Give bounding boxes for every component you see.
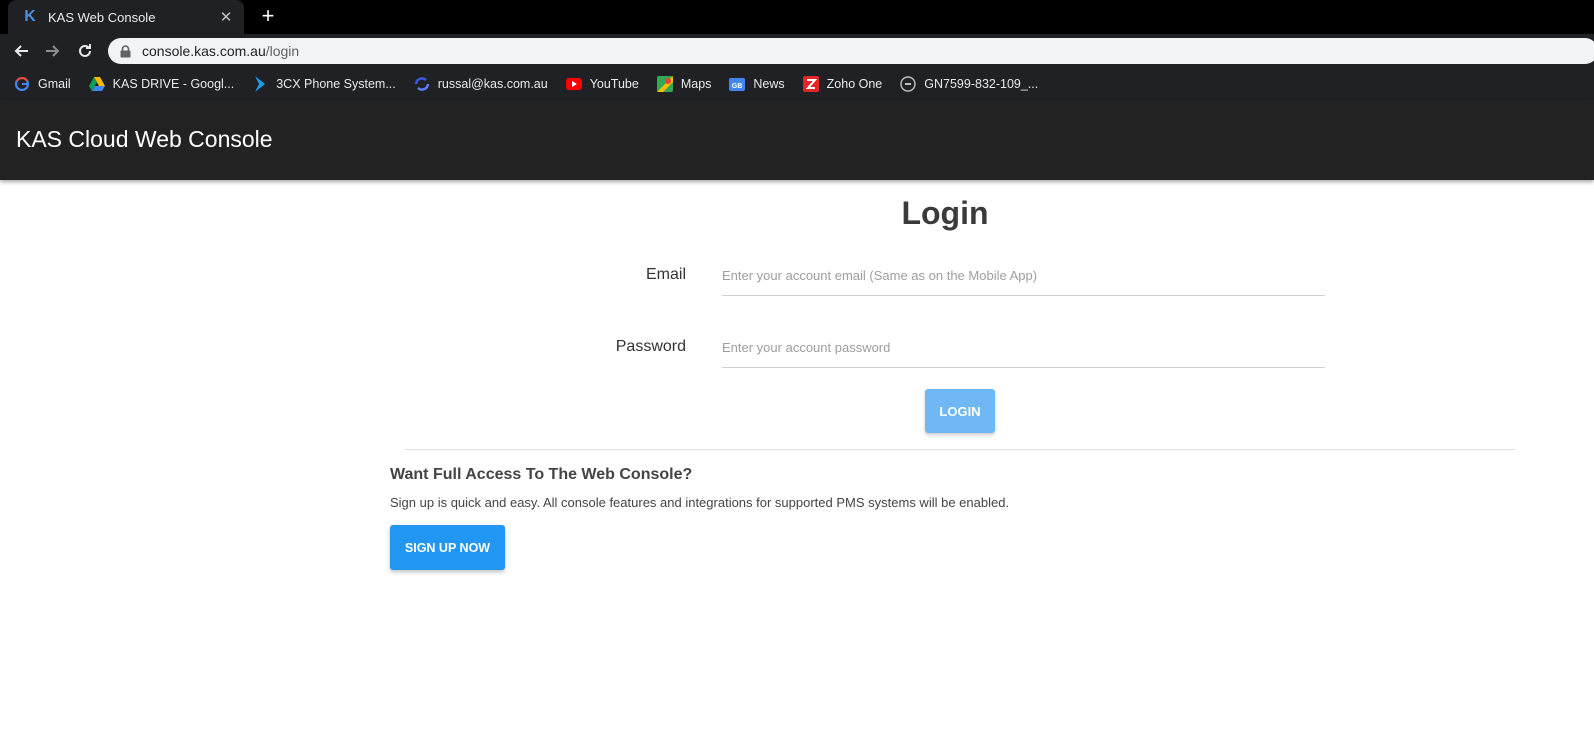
bookmark-3cx[interactable]: 3CX Phone System... (252, 76, 396, 92)
bookmark-kas-drive[interactable]: KAS DRIVE - Googl... (88, 76, 235, 92)
bookmark-zoho[interactable]: Zoho One (802, 76, 883, 92)
back-arrow-icon[interactable] (9, 39, 33, 63)
bookmark-maps[interactable]: Maps (656, 76, 712, 92)
bookmark-label: 3CX Phone System... (276, 77, 396, 91)
forward-arrow-icon[interactable] (41, 39, 65, 63)
tab-title: KAS Web Console (48, 9, 156, 25)
google-icon (14, 76, 30, 92)
signup-heading: Want Full Access To The Web Console? (390, 466, 693, 483)
app-title: KAS Cloud Web Console (16, 126, 273, 152)
bookmark-gmail[interactable]: Gmail (14, 76, 71, 92)
bookmark-label: YouTube (589, 77, 639, 91)
google-drive-icon (88, 76, 105, 92)
email-label: Email (645, 266, 686, 283)
news-icon: GB (729, 76, 746, 92)
maps-icon (656, 76, 673, 92)
password-field[interactable] (722, 328, 1325, 368)
bookmark-youtube[interactable]: YouTube (565, 76, 639, 92)
bookmark-label: Gmail (38, 77, 71, 91)
url-path: /login (265, 43, 300, 59)
sign-up-now-button[interactable]: SIGN UP NOW (390, 525, 505, 570)
lock-icon (120, 44, 132, 58)
browser-tab[interactable]: K KAS Web Console ✕ (8, 0, 244, 34)
login-heading: Login (901, 195, 989, 231)
reload-icon[interactable] (73, 39, 97, 63)
bookmark-label: Zoho One (826, 77, 883, 91)
bookmark-label: News (753, 77, 785, 91)
link-icon (900, 76, 916, 92)
browser-tabstrip: K KAS Web Console ✕ + (0, 0, 1594, 34)
bookmark-russal[interactable]: russal@kas.com.au (414, 76, 548, 92)
login-button[interactable]: LOGIN (925, 389, 995, 433)
app-header: KAS Cloud Web Console (0, 100, 1594, 180)
kas-favicon-icon: K (24, 8, 36, 25)
bookmark-gn7599[interactable]: GN7599-832-109_... (900, 76, 1038, 92)
section-divider (405, 449, 1515, 450)
bookmark-news[interactable]: GB News (729, 76, 785, 92)
address-bar[interactable]: console.kas.com.au/login (108, 38, 1594, 64)
3cx-icon (252, 76, 268, 92)
bookmark-label: GN7599-832-109_... (924, 77, 1039, 91)
close-tab-icon[interactable]: ✕ (218, 8, 234, 26)
bookmark-label: Maps (680, 77, 712, 91)
signup-description: Sign up is quick and easy. All console f… (390, 495, 1010, 510)
youtube-icon (565, 76, 582, 92)
url-host: console.kas.com.au (142, 43, 266, 59)
browser-toolbar: console.kas.com.au/login (0, 34, 1594, 68)
email-field[interactable] (722, 256, 1325, 296)
svg-text:GB: GB (732, 83, 743, 90)
password-label: Password (615, 338, 686, 355)
bookmark-label: KAS DRIVE - Googl... (112, 77, 235, 91)
bookmark-label: russal@kas.com.au (437, 77, 548, 91)
sync-icon (414, 76, 430, 92)
zoho-icon (802, 76, 819, 92)
new-tab-plus-icon[interactable]: + (256, 5, 280, 29)
bookmarks-bar: Gmail KAS DRIVE - Googl... 3CX Phone Sys… (0, 68, 1594, 100)
